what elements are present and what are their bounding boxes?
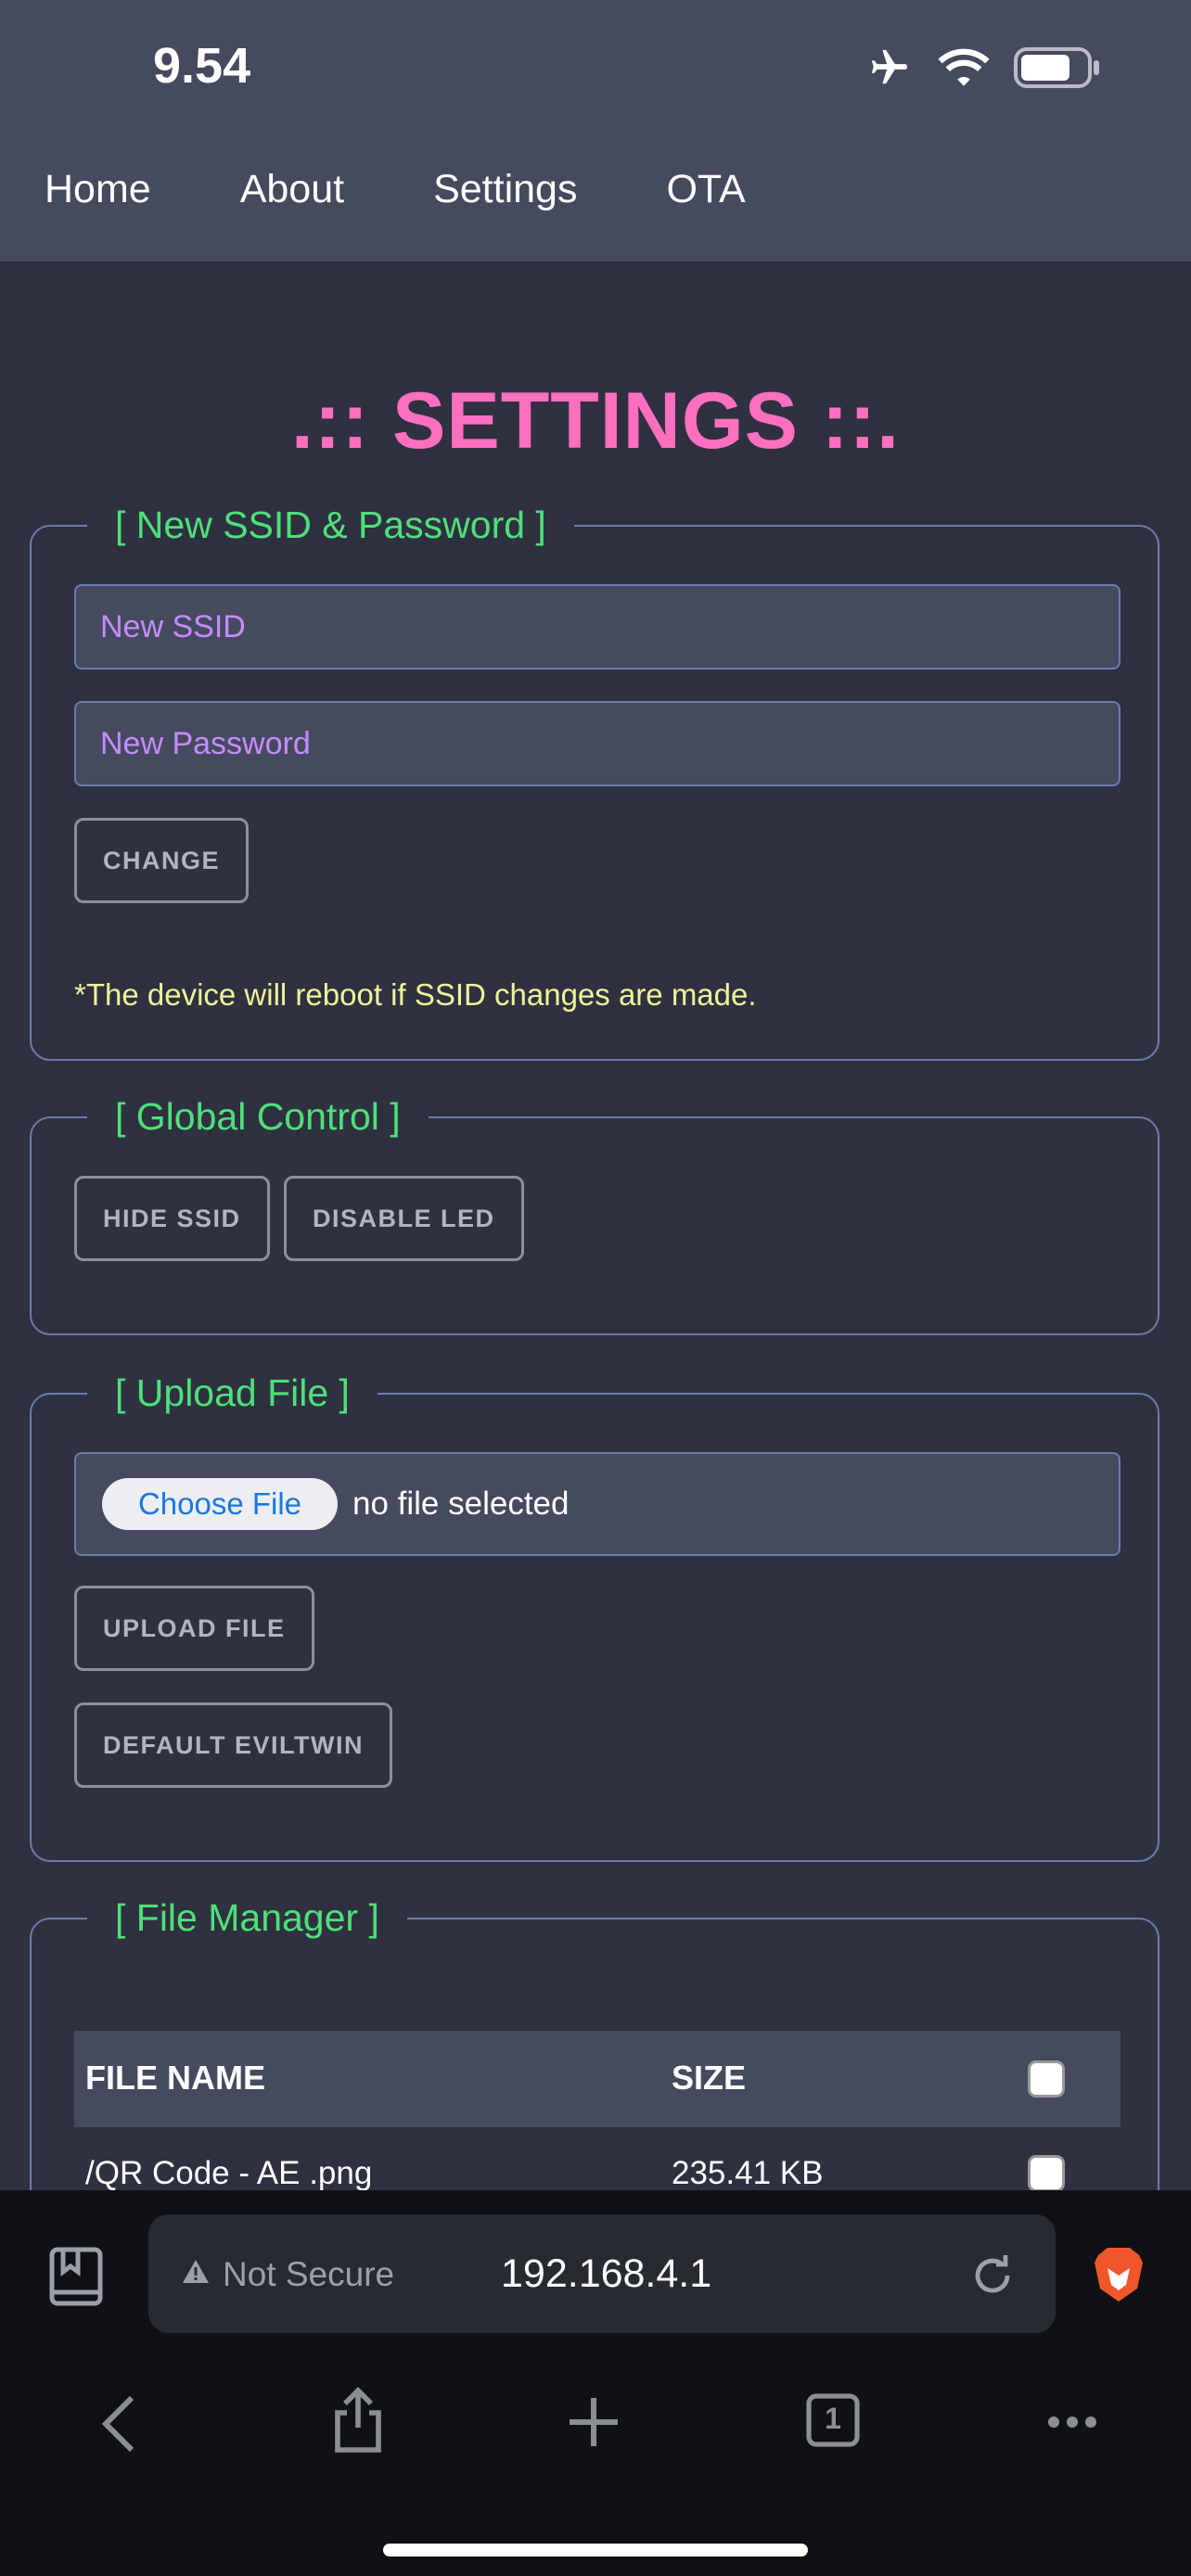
column-file-name: FILE NAME	[85, 2059, 265, 2097]
ssid-password-panel: [ New SSID & Password ] New SSID New Pas…	[30, 499, 1159, 1061]
security-label: Not Secure	[223, 2255, 395, 2293]
new-password-input[interactable]: New Password	[74, 701, 1121, 786]
change-button[interactable]: CHANGE	[74, 818, 250, 903]
file-name-cell: /QR Code - AE .png	[85, 2155, 373, 2191]
file-size-cell: 235.41 KB	[672, 2155, 824, 2191]
new-tab-icon[interactable]	[568, 2396, 620, 2453]
status-time: 9.54	[153, 38, 251, 94]
top-bar: 9.54 Home About Settings OTA	[0, 0, 1191, 261]
back-icon[interactable]	[100, 2394, 137, 2458]
nav-ota[interactable]: OTA	[666, 167, 745, 212]
nav-settings[interactable]: Settings	[433, 167, 577, 212]
new-ssid-input[interactable]: New SSID	[74, 584, 1121, 670]
url-bar[interactable]: Not Secure 192.168.4.1	[148, 2214, 1056, 2333]
browser-toolbar: Not Secure 192.168.4.1 1	[0, 2190, 1191, 2576]
wifi-icon	[938, 47, 990, 93]
bookmarks-icon[interactable]	[48, 2246, 106, 2312]
tab-count: 1	[825, 2402, 841, 2435]
nav-about[interactable]: About	[240, 167, 344, 212]
more-menu-icon[interactable]	[1046, 2415, 1098, 2434]
panel-legend: [ File Manager ]	[87, 1892, 407, 1944]
global-control-panel: [ Global Control ] HIDE SSID DISABLE LED	[30, 1090, 1159, 1335]
reload-icon[interactable]	[968, 2251, 1017, 2304]
tabs-icon[interactable]: 1	[805, 2392, 861, 2453]
nav-home[interactable]: Home	[45, 167, 151, 212]
row-checkbox[interactable]	[1028, 2155, 1065, 2192]
column-size: SIZE	[672, 2059, 747, 2097]
home-indicator	[383, 2544, 808, 2557]
brave-lion-icon[interactable]	[1091, 2244, 1146, 2310]
panel-legend: [ Upload File ]	[87, 1367, 378, 1419]
airplane-icon	[865, 46, 914, 94]
disable-led-button[interactable]: DISABLE LED	[284, 1176, 524, 1261]
choose-file-button[interactable]: Choose File	[102, 1478, 338, 1530]
warning-icon	[182, 2259, 210, 2289]
main-nav: Home About Settings OTA	[45, 167, 835, 212]
share-icon[interactable]	[332, 2387, 384, 2458]
table-header: FILE NAME SIZE	[74, 2031, 1121, 2127]
upload-file-button[interactable]: UPLOAD FILE	[74, 1586, 314, 1671]
panel-legend: [ New SSID & Password ]	[87, 499, 574, 551]
no-file-text: no file selected	[352, 1486, 570, 1522]
url-text: 192.168.4.1	[501, 2251, 712, 2296]
battery-icon	[1014, 47, 1103, 93]
upload-file-panel: [ Upload File ] Choose File no file sele…	[30, 1367, 1159, 1862]
status-icons	[865, 46, 1103, 94]
page-title: .:: SETTINGS ::.	[290, 376, 901, 465]
file-input[interactable]: Choose File no file selected	[74, 1452, 1121, 1556]
default-eviltwin-button[interactable]: DEFAULT EVILTWIN	[74, 1702, 392, 1788]
hide-ssid-button[interactable]: HIDE SSID	[74, 1176, 270, 1261]
reboot-note: *The device will reboot if SSID changes …	[74, 977, 757, 1012]
panel-legend: [ Global Control ]	[87, 1090, 429, 1142]
select-all-checkbox[interactable]	[1028, 2060, 1065, 2098]
